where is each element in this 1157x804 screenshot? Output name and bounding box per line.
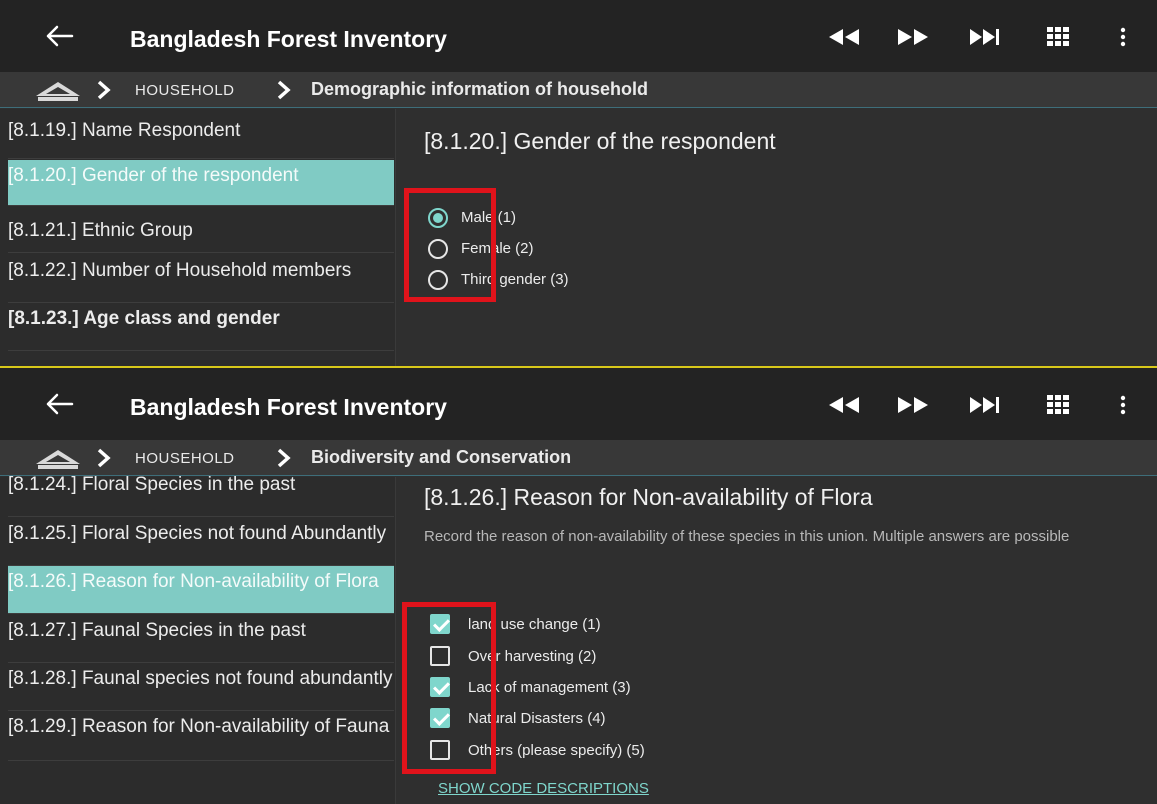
breadcrumb-household[interactable]: HOUSEHOLD	[135, 82, 235, 99]
home-icon[interactable]	[34, 448, 82, 470]
nav-item[interactable]: [8.1.24.] Floral Species in the past	[8, 469, 394, 517]
question-description: Record the reason of non-availability of…	[424, 528, 1070, 545]
breadcrumb-household[interactable]: HOUSEHOLD	[135, 450, 235, 467]
breadcrumb-section: Biodiversity and Conservation	[311, 447, 572, 467]
question-title: [8.1.20.] Gender of the respondent	[424, 128, 776, 154]
skip-to-end-icon[interactable]	[968, 26, 1008, 48]
skip-to-end-icon[interactable]	[968, 394, 1008, 416]
breadcrumb-section: Demographic information of household	[311, 79, 648, 99]
highlight-box	[402, 602, 496, 774]
nav-item[interactable]: [8.1.21.] Ethnic Group	[8, 209, 394, 253]
fast-forward-icon[interactable]	[895, 394, 935, 416]
nav-item[interactable]: [8.1.28.] Faunal species not found abund…	[8, 663, 394, 711]
more-vert-icon[interactable]	[1116, 394, 1130, 416]
chevron-right-icon	[276, 80, 292, 100]
home-icon[interactable]	[34, 80, 82, 102]
highlight-box	[404, 188, 496, 302]
nav-item-active[interactable]: [8.1.26.] Reason for Non-availability of…	[8, 566, 394, 614]
nav-item[interactable]: [8.1.27.] Faunal Species in the past	[8, 615, 394, 663]
fast-forward-icon[interactable]	[895, 26, 935, 48]
show-code-descriptions-link[interactable]: SHOW CODE DESCRIPTIONS	[438, 780, 649, 797]
chevron-right-icon	[96, 448, 112, 468]
top-screen: Bangladesh Forest Inventory HOUSEHOLD De…	[0, 0, 1157, 366]
app-title: Bangladesh Forest Inventory	[130, 26, 447, 52]
rewind-icon[interactable]	[826, 394, 866, 416]
app-bar: Bangladesh Forest Inventory	[0, 368, 1157, 440]
arrow-left-icon[interactable]	[44, 390, 74, 418]
question-title: [8.1.26.] Reason for Non-availability of…	[424, 484, 873, 510]
grid-icon[interactable]	[1046, 394, 1086, 416]
nav-item[interactable]: [8.1.23.] Age class and gender	[8, 303, 394, 351]
nav-item[interactable]: [8.1.19.] Name Respondent	[8, 115, 394, 159]
nav-item[interactable]: [8.1.22.] Number of Household members	[8, 255, 394, 303]
chevron-right-icon	[276, 448, 292, 468]
question-nav: [8.1.19.] Name Respondent [8.1.20.] Gend…	[0, 109, 396, 366]
question-nav: [8.1.24.] Floral Species in the past [8.…	[0, 475, 396, 804]
app-title: Bangladesh Forest Inventory	[130, 394, 447, 420]
arrow-left-icon[interactable]	[44, 22, 74, 50]
nav-item[interactable]: [8.1.29.] Reason for Non-availability of…	[8, 711, 394, 761]
rewind-icon[interactable]	[826, 26, 866, 48]
grid-icon[interactable]	[1046, 26, 1086, 48]
more-vert-icon[interactable]	[1116, 26, 1130, 48]
nav-item-active[interactable]: [8.1.20.] Gender of the respondent	[8, 160, 394, 206]
app-bar: Bangladesh Forest Inventory	[0, 0, 1157, 72]
breadcrumb: HOUSEHOLD Demographic information of hou…	[0, 72, 1157, 108]
chevron-right-icon	[96, 80, 112, 100]
nav-item[interactable]: [8.1.25.] Floral Species not found Abund…	[8, 518, 394, 566]
bottom-screen: Bangladesh Forest Inventory HOUSEHOLD Bi…	[0, 368, 1157, 804]
